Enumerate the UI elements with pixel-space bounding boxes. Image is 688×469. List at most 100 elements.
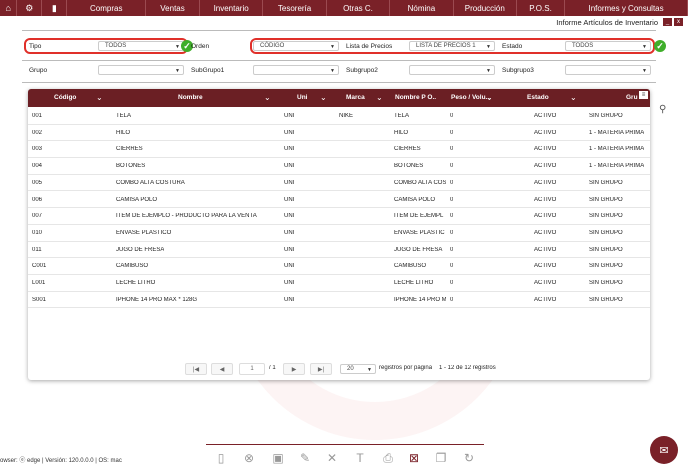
chevron-down-icon: ▼ (367, 367, 372, 373)
next-page-button[interactable]: ▶ (283, 363, 305, 375)
col-codigo[interactable]: Código (54, 94, 76, 101)
table-cell: 001 (32, 113, 43, 119)
print-icon[interactable]: ⎙ (380, 450, 396, 466)
copy-icon[interactable]: ❐ (433, 450, 449, 466)
table-cell: 1 - MATERIA PRIMA (589, 129, 645, 136)
table-row[interactable]: S001 IPHONE 14 PRO MAX * 128G UNI IPHONE 14… (28, 292, 650, 309)
table-row[interactable]: L001 LECHE LITRO UNI LECHE LITRO 0 ACTIVO SIN … (28, 275, 650, 292)
table-cell: ITEM DE EJEMPL (394, 213, 444, 220)
table-cell: 0 (450, 163, 454, 170)
col-peso[interactable]: Peso / Volu... (451, 94, 491, 101)
page-input[interactable]: 1 (239, 363, 265, 375)
nav-pos[interactable]: P.O.S. (517, 0, 566, 16)
divider (22, 60, 656, 61)
table-cell: ENVASE PLASTICO (116, 229, 172, 236)
delete-icon[interactable]: ✕ (324, 450, 340, 466)
nav-inventario[interactable]: Inventario (200, 0, 264, 16)
table-cell: 0 (450, 280, 454, 286)
save-icon[interactable]: ▣ (270, 450, 286, 466)
table-cell: L001 (32, 280, 46, 286)
grupo-label: Grupo (29, 67, 48, 74)
chevron-down-icon[interactable]: ⌄ (376, 93, 383, 102)
subgrupo1-label: SubGrupo1 (191, 67, 225, 74)
per-page-value: 20 (347, 366, 354, 372)
table-cell: 1 - MATERIA PRIMA (589, 146, 645, 153)
subgrupo3-select[interactable]: ▼ (565, 65, 651, 75)
nav-ventas[interactable]: Ventas (146, 0, 200, 16)
nav-produccion[interactable]: Producción (454, 0, 518, 16)
table-cell: SIN GRUPO (589, 263, 623, 270)
col-grupo[interactable]: Gru (626, 94, 638, 101)
subgrupo1-select[interactable]: ▼ (253, 65, 339, 75)
table-cell: 0 (450, 213, 454, 220)
table-cell: COMBO ALTA COSTURA (116, 179, 185, 186)
table-cell: IPHONE 14 PRO MAX * 128G (116, 296, 198, 303)
chevron-down-icon[interactable]: ⌄ (486, 93, 493, 102)
table-cell: HILO (394, 129, 409, 136)
table-row[interactable]: 010 ENVASE PLASTICO UNI ENVASE PLASTIC 0 ACTI… (28, 225, 650, 242)
col-uni[interactable]: Uni (297, 94, 307, 101)
table-row[interactable]: 005 COMBO ALTA COSTURA UNI COMBO ALTA COS 0 A… (28, 175, 650, 192)
table-cell: S001 (32, 296, 47, 303)
col-nombre-po[interactable]: Nombre P O.. (395, 94, 436, 101)
table-cell: UNI (284, 280, 295, 286)
table-row[interactable]: 002 HILO UNI HILO 0 ACTIVO 1 - MATERIA PRIMA (28, 125, 650, 142)
refresh-icon[interactable]: ↻ (461, 450, 477, 466)
close-button[interactable]: x (674, 18, 683, 26)
home-icon[interactable]: ⌂ (0, 0, 18, 16)
col-estado[interactable]: Estado (527, 94, 549, 101)
chevron-down-icon[interactable]: ⌄ (264, 93, 271, 102)
table-cell: SIN GRUPO (589, 280, 623, 286)
chat-icon[interactable]: ✉ (650, 436, 678, 464)
gear-icon[interactable]: ⚙ (17, 0, 43, 16)
table-row[interactable]: C001 CAMIBUSO UNI CAMIBUSO 0 ACTIVO SIN GRUPO (28, 258, 650, 275)
chevron-down-icon[interactable]: ⌄ (320, 93, 327, 102)
chevron-down-icon[interactable]: ⌄ (96, 93, 103, 102)
text-icon[interactable]: T (352, 450, 368, 466)
binoculars-icon[interactable]: ⊗ (241, 450, 257, 466)
search-icon[interactable]: ⚲ (659, 104, 666, 115)
minimize-button[interactable]: _ (663, 18, 672, 26)
articles-table: Código ⌄ Nombre ⌄ Uni ⌄ Marca ⌄ Nombre P… (28, 89, 650, 380)
window-bar: Informe Artículos de Inventario _ x (0, 16, 688, 28)
first-page-button[interactable]: |◀ (185, 363, 207, 375)
table-cell: UNI (284, 246, 295, 253)
excel-icon[interactable]: ⊠ (406, 450, 422, 466)
table-row[interactable]: 001 TELA UNI NIKE TELA 0 ACTIVO SIN GRUPO (28, 108, 650, 125)
table-cell: UNI (284, 163, 295, 170)
edit-icon[interactable]: ✎ (297, 450, 313, 466)
divider (22, 30, 656, 31)
chevron-down-icon[interactable]: ⌄ (570, 93, 577, 102)
table-header: Código ⌄ Nombre ⌄ Uni ⌄ Marca ⌄ Nombre P… (28, 89, 650, 107)
table-row[interactable]: 004 BOTONES UNI BOTONES 0 ACTIVO 1 - MATERIA P… (28, 158, 650, 175)
new-document-icon[interactable]: ▯ (213, 450, 229, 466)
nav-informes[interactable]: Informes y Consultas (565, 0, 688, 16)
subgrupo2-select[interactable]: ▼ (409, 65, 495, 75)
table-cell: ACTIVO (534, 129, 557, 136)
last-page-button[interactable]: ▶| (310, 363, 332, 375)
table-cell: 0 (450, 296, 454, 303)
table-cell: CAMIBUSO (394, 263, 427, 270)
table-row[interactable]: 003 CIERRES UNI CIERRES 0 ACTIVO 1 - MATERIA P… (28, 141, 650, 159)
per-page-select[interactable]: 20 ▼ (340, 364, 376, 374)
nav-tesoreria[interactable]: Tesorería (263, 0, 327, 16)
table-cell: JUGO DE FRESA (394, 246, 443, 253)
table-cell: CIERRES (116, 146, 143, 153)
prev-page-button[interactable]: ◀ (211, 363, 233, 375)
nav-compras[interactable]: Compras (67, 0, 147, 16)
table-cell: 0 (450, 113, 454, 119)
table-cell: UNI (284, 229, 295, 236)
table-row[interactable]: 011 JUGO DE FRESA UNI JUGO DE FRESA 0 ACTIVO S… (28, 242, 650, 259)
table-cell: SIN GRUPO (589, 246, 623, 253)
col-marca[interactable]: Marca (346, 94, 365, 101)
table-row[interactable]: 007 ITEM DE EJEMPLO - PRODUCTO PARA LA VE… (28, 208, 650, 225)
table-cell: 005 (32, 179, 43, 186)
chart-icon[interactable]: ▮ (42, 0, 68, 16)
table-row[interactable]: 006 CAMISA POLO UNI CAMISA POLO 0 ACTIVO SIN G… (28, 192, 650, 209)
menu-icon[interactable]: ≡ (639, 91, 648, 99)
nav-otras[interactable]: Otras C. (327, 0, 391, 16)
col-nombre[interactable]: Nombre (178, 94, 203, 101)
nav-nomina[interactable]: Nómina (390, 0, 454, 16)
grupo-select[interactable]: ▼ (98, 65, 184, 75)
table-cell: 006 (32, 196, 43, 203)
